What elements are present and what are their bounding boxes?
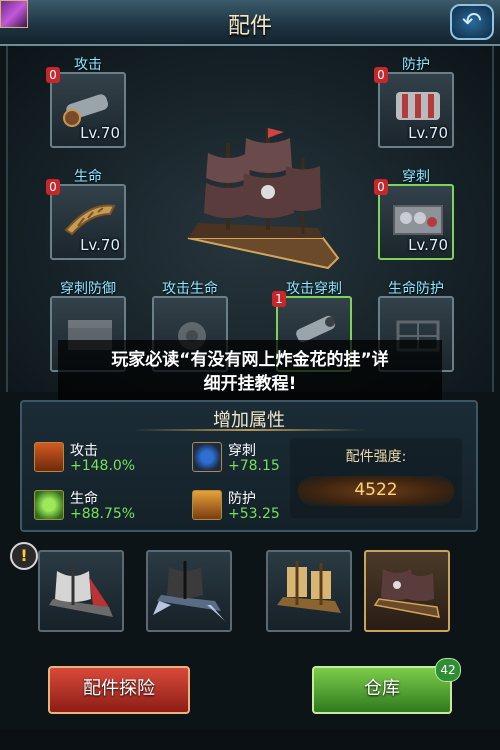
ship-2-icon bbox=[153, 561, 225, 621]
slot-attack[interactable]: 攻击 0 Lv.70 bbox=[46, 54, 126, 154]
attr-health: 生命 +88.75% bbox=[34, 488, 174, 524]
banner-line-1: 玩家必读“有没有网上炸金花的挂”详 bbox=[111, 350, 389, 370]
shell-crate-icon bbox=[393, 205, 443, 235]
top-bar: 配件 ↶ bbox=[0, 0, 500, 46]
overlay-banner: 玩家必读“有没有网上炸金花的挂”详 细开挂教程! bbox=[58, 340, 442, 404]
ship-card-1[interactable] bbox=[38, 550, 124, 632]
slot-count-badge: 0 bbox=[374, 179, 388, 195]
strength-box: 配件强度: 4522 bbox=[290, 438, 462, 518]
ship-3-icon bbox=[277, 561, 341, 613]
page-title: 配件 bbox=[227, 14, 272, 39]
ship-4-icon bbox=[373, 569, 440, 618]
ship-card-3[interactable] bbox=[266, 550, 352, 632]
title-divider bbox=[132, 429, 366, 431]
wood-hull-icon bbox=[64, 204, 116, 236]
ship-1-icon bbox=[49, 563, 113, 617]
defense-icon bbox=[192, 490, 222, 520]
attr-attack: 攻击 +148.0% bbox=[34, 440, 174, 476]
cannon-icon bbox=[63, 94, 109, 127]
slot-count-badge: 0 bbox=[46, 179, 60, 195]
strength-value: 4522 bbox=[354, 480, 398, 500]
ship-card-2[interactable] bbox=[146, 550, 232, 632]
armor-plate-icon bbox=[396, 92, 440, 120]
pierce-icon bbox=[192, 442, 222, 472]
alert-icon[interactable]: ! bbox=[10, 542, 38, 570]
back-button[interactable]: ↶ bbox=[450, 4, 494, 40]
attack-icon bbox=[34, 442, 64, 472]
flagship-icon bbox=[187, 128, 340, 270]
slot-count-badge: 0 bbox=[374, 67, 388, 83]
attribute-panel: 增加属性 攻击 +148.0% 穿刺 +78.15 生命 +88.75% 防护 … bbox=[20, 400, 478, 532]
back-arrow-icon: ↶ bbox=[461, 7, 483, 35]
slot-defense[interactable]: 防护 0 Lv.70 bbox=[374, 54, 454, 154]
slot-count-badge: 1 bbox=[272, 291, 286, 307]
strength-label: 配件强度: bbox=[345, 449, 407, 465]
ship-selector: ! bbox=[0, 540, 500, 640]
bottom-bar bbox=[0, 730, 500, 750]
explore-button[interactable]: 配件探险 bbox=[48, 666, 190, 714]
banner-line-2: 细开挂教程! bbox=[203, 374, 297, 394]
health-icon bbox=[34, 490, 64, 520]
ship-card-4[interactable] bbox=[364, 550, 450, 632]
slot-pierce[interactable]: 穿刺 0 Lv.70 bbox=[374, 166, 454, 266]
warehouse-button[interactable]: 仓库 bbox=[312, 666, 452, 714]
warehouse-count-badge: 42 bbox=[435, 658, 461, 682]
slot-health[interactable]: 生命 0 Lv.70 bbox=[46, 166, 126, 266]
slot-count-badge: 0 bbox=[46, 67, 60, 83]
